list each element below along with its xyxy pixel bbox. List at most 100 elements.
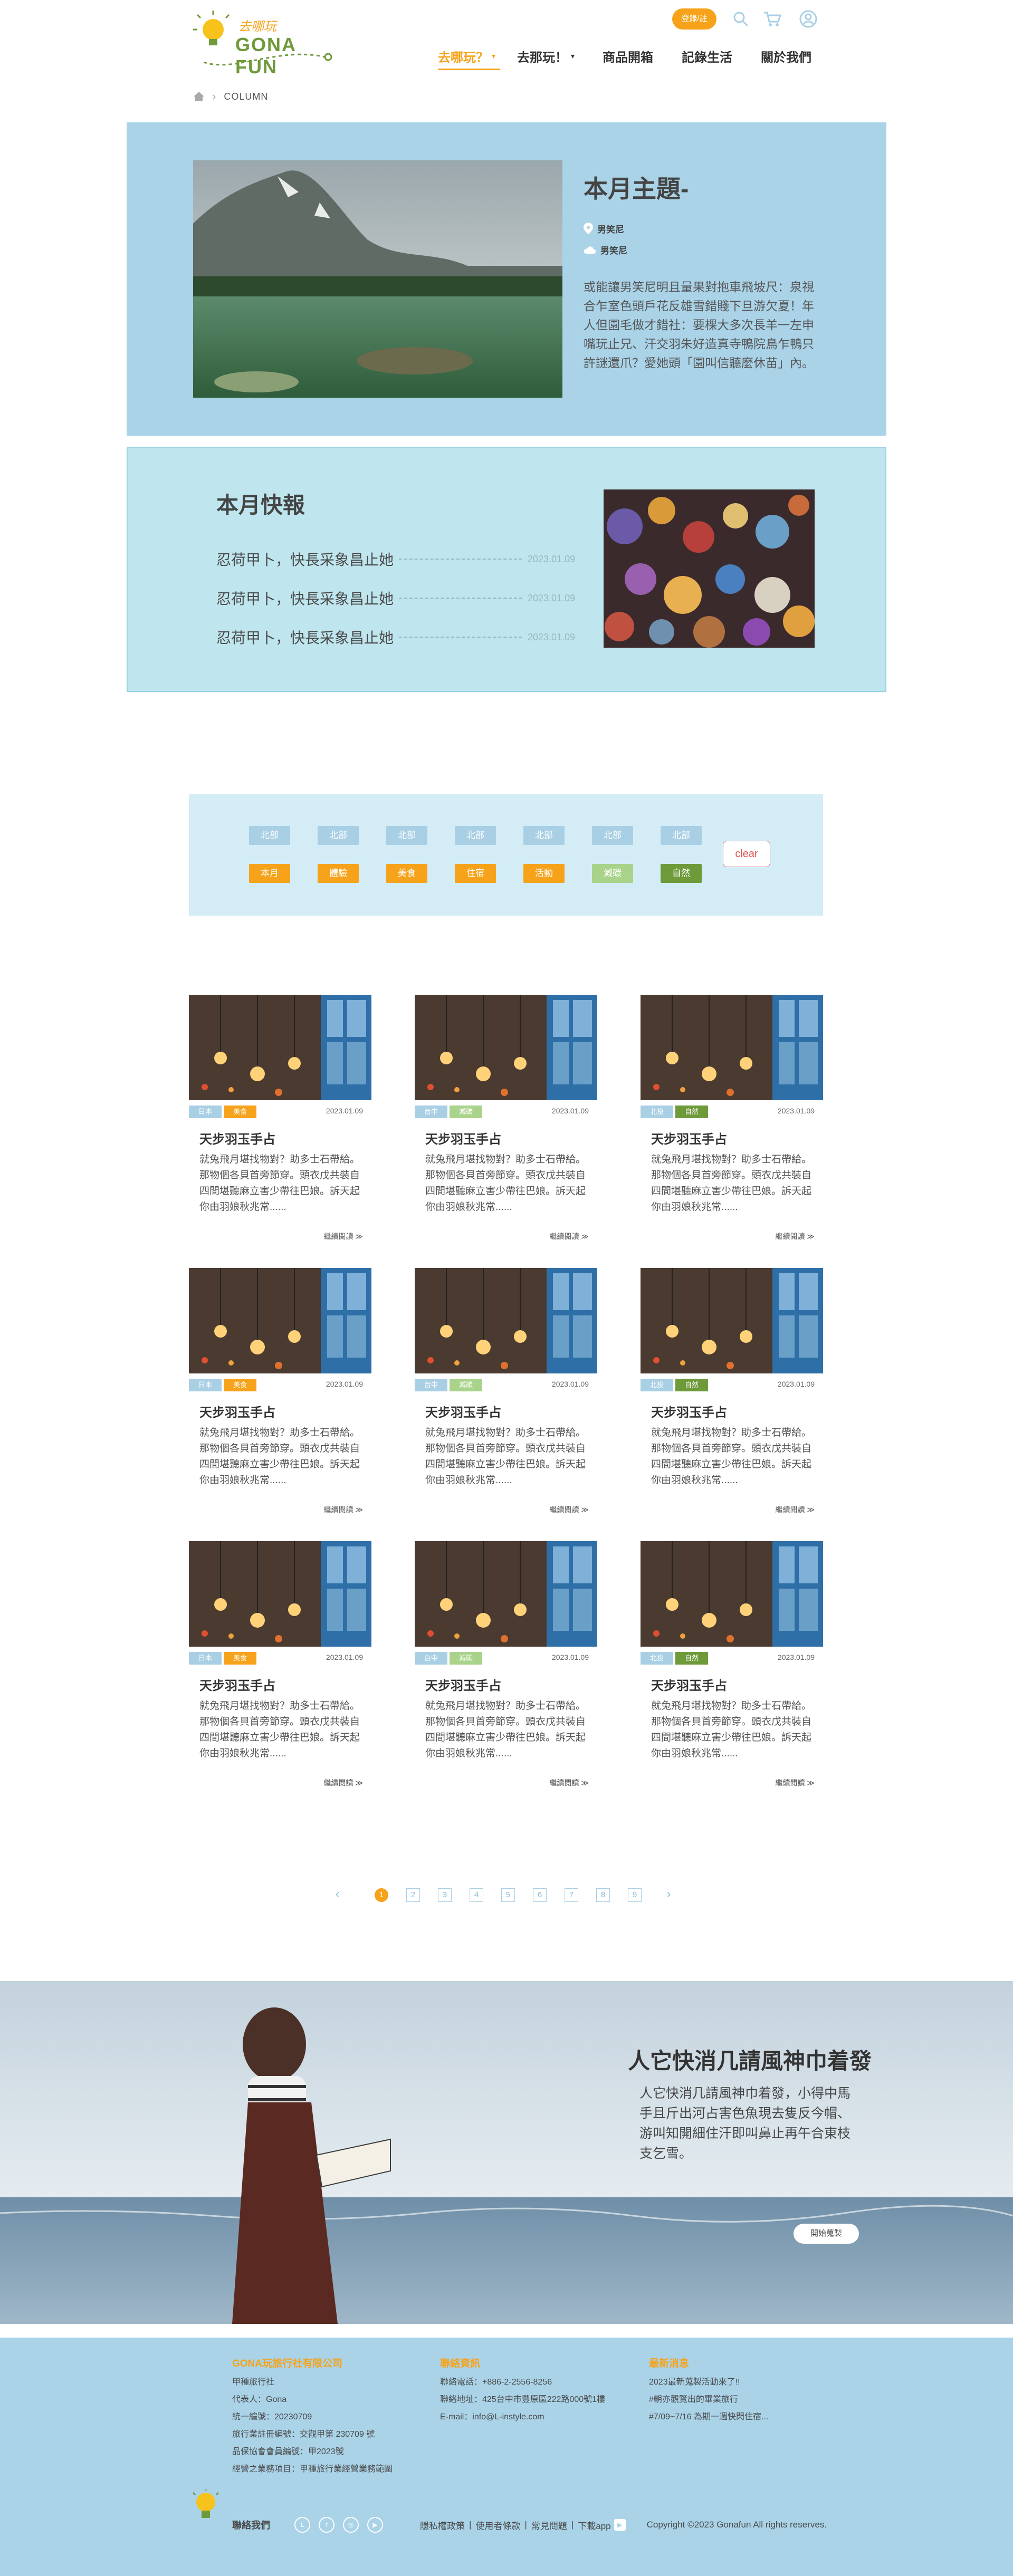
- page-button[interactable]: 5: [501, 1888, 515, 1902]
- privacy-policy-link[interactable]: 隱私權政策: [420, 2519, 465, 2532]
- news-item[interactable]: 忍荷甲卜，快長采象昌止她 2023.01.09: [216, 549, 575, 570]
- read-more-link[interactable]: 繼續閱讀 ≫: [549, 1777, 589, 1788]
- login-button[interactable]: 登錄/註: [672, 8, 716, 30]
- article-title[interactable]: 天步羽玉手占: [425, 1402, 501, 1420]
- faq-link[interactable]: 常見問題: [531, 2519, 567, 2532]
- article-thumbnail[interactable]: [415, 995, 597, 1100]
- page-button[interactable]: 4: [470, 1888, 483, 1902]
- article-thumbnail[interactable]: [641, 1541, 823, 1647]
- read-more-link[interactable]: 繼續閱讀 ≫: [323, 1231, 363, 1242]
- article-card[interactable]: 台中 減碳 2023.01.09 天步羽玉手占 就兔飛月堪找物對？助多士石帶給。那物個各…: [415, 1268, 597, 1518]
- article-title[interactable]: 天步羽玉手占: [651, 1129, 727, 1147]
- article-region-tag[interactable]: 北投: [641, 1106, 673, 1118]
- article-title[interactable]: 天步羽玉手占: [199, 1129, 275, 1147]
- article-title[interactable]: 天步羽玉手占: [199, 1675, 275, 1694]
- article-thumbnail[interactable]: [641, 995, 823, 1100]
- article-card[interactable]: 日本 美食 2023.01.09 天步羽玉手占 就兔飛月堪找物對？助多士石帶給。那物個各…: [189, 1268, 371, 1518]
- article-card[interactable]: 北投 自然 2023.01.09 天步羽玉手占 就兔飛月堪找物對？助多士石帶給。那物個各…: [641, 1268, 823, 1518]
- filter-category-chip[interactable]: 住宿: [455, 864, 496, 883]
- clear-filter-button[interactable]: clear: [723, 841, 770, 867]
- article-category-tag[interactable]: 美食: [224, 1652, 256, 1665]
- page-button[interactable]: 8: [596, 1888, 610, 1902]
- page-button[interactable]: 1: [375, 1888, 388, 1902]
- next-page-button[interactable]: ›: [667, 1887, 671, 1901]
- article-category-tag[interactable]: 美食: [224, 1106, 256, 1118]
- article-region-tag[interactable]: 台中: [415, 1652, 447, 1665]
- article-category-tag[interactable]: 美食: [224, 1379, 256, 1391]
- article-card[interactable]: 北投 自然 2023.01.09 天步羽玉手占 就兔飛月堪找物對？助多士石帶給。那物個各…: [641, 1541, 823, 1791]
- read-more-link[interactable]: 繼續閱讀 ≫: [549, 1231, 589, 1242]
- banner-start-button[interactable]: 開始蒐製: [794, 2224, 859, 2244]
- read-more-link[interactable]: 繼續閱讀 ≫: [775, 1504, 815, 1515]
- article-thumbnail[interactable]: [415, 1268, 597, 1373]
- page-button[interactable]: 3: [438, 1888, 452, 1902]
- search-icon[interactable]: [730, 8, 751, 30]
- news-item[interactable]: 忍荷甲卜，快長采象昌止她 2023.01.09: [216, 588, 575, 609]
- footer-news-item[interactable]: #朝亦觀覽出的畢業旅行: [649, 2391, 768, 2408]
- article-thumbnail[interactable]: [415, 1541, 597, 1647]
- article-region-tag[interactable]: 日本: [189, 1652, 222, 1665]
- article-title[interactable]: 天步羽玉手占: [651, 1675, 727, 1694]
- nav-where-to-go[interactable]: 去哪玩？ ▾: [438, 44, 495, 68]
- article-thumbnail[interactable]: [189, 1541, 371, 1647]
- article-thumbnail[interactable]: [641, 1268, 823, 1373]
- filter-region-chip[interactable]: 北部: [455, 826, 496, 845]
- footer-email[interactable]: E-mail：info@L-instyle.com: [440, 2408, 605, 2426]
- filter-region-chip[interactable]: 北部: [523, 826, 565, 845]
- filter-region-chip[interactable]: 北部: [318, 826, 359, 845]
- user-icon[interactable]: [798, 8, 819, 30]
- nav-go-play[interactable]: 去那玩！ ▾: [517, 44, 575, 68]
- article-card[interactable]: 北投 自然 2023.01.09 天步羽玉手占 就兔飛月堪找物對？助多士石帶給。那物個各…: [641, 995, 823, 1245]
- article-thumbnail[interactable]: [189, 995, 371, 1100]
- filter-region-chip[interactable]: 北部: [249, 826, 290, 845]
- nav-life-record[interactable]: 記錄生活: [682, 44, 732, 68]
- article-region-tag[interactable]: 台中: [415, 1379, 447, 1391]
- article-category-tag[interactable]: 減碳: [450, 1652, 482, 1665]
- footer-news-item[interactable]: #7/09~7/16 為期一週快閃住宿...: [649, 2408, 768, 2426]
- read-more-link[interactable]: 繼續閱讀 ≫: [323, 1504, 363, 1515]
- download-app-link[interactable]: 下載app: [578, 2519, 610, 2532]
- youtube-icon[interactable]: ▶: [367, 2517, 383, 2533]
- nav-about-us[interactable]: 關於我們: [761, 44, 811, 68]
- instagram-icon[interactable]: ◎: [343, 2517, 359, 2533]
- nav-unboxing[interactable]: 商品開箱: [603, 44, 653, 68]
- article-region-tag[interactable]: 北投: [641, 1379, 673, 1391]
- facebook-icon[interactable]: f: [319, 2517, 335, 2533]
- article-category-tag[interactable]: 減碳: [450, 1379, 482, 1391]
- line-icon[interactable]: L: [294, 2517, 310, 2533]
- home-icon[interactable]: [193, 91, 205, 102]
- article-region-tag[interactable]: 台中: [415, 1106, 447, 1118]
- page-button[interactable]: 9: [628, 1888, 642, 1902]
- read-more-link[interactable]: 繼續閱讀 ≫: [549, 1504, 589, 1515]
- article-title[interactable]: 天步羽玉手占: [425, 1675, 501, 1694]
- article-title[interactable]: 天步羽玉手占: [651, 1402, 727, 1420]
- terms-link[interactable]: 使用者條款: [475, 2519, 520, 2532]
- footer-news-item[interactable]: 2023最新蒐製活動來了!!: [649, 2373, 768, 2391]
- filter-region-chip[interactable]: 北部: [661, 826, 702, 845]
- page-button[interactable]: 2: [406, 1888, 420, 1902]
- filter-category-chip[interactable]: 美食: [386, 864, 427, 883]
- read-more-link[interactable]: 繼續閱讀 ≫: [775, 1777, 815, 1788]
- filter-category-chip[interactable]: 自然: [661, 864, 702, 883]
- article-card[interactable]: 台中 減碳 2023.01.09 天步羽玉手占 就兔飛月堪找物對？助多士石帶給。那物個各…: [415, 1541, 597, 1791]
- filter-region-chip[interactable]: 北部: [386, 826, 427, 845]
- site-logo[interactable]: 去哪玩 GONA FUN: [193, 9, 336, 78]
- article-title[interactable]: 天步羽玉手占: [199, 1402, 275, 1420]
- news-item[interactable]: 忍荷甲卜，快長采象昌止她 2023.01.09: [216, 627, 575, 648]
- filter-category-chip[interactable]: 活動: [523, 864, 565, 883]
- filter-category-chip[interactable]: 體驗: [318, 864, 359, 883]
- read-more-link[interactable]: 繼續閱讀 ≫: [775, 1231, 815, 1242]
- page-button[interactable]: 7: [565, 1888, 578, 1902]
- page-button[interactable]: 6: [533, 1888, 547, 1902]
- article-title[interactable]: 天步羽玉手占: [425, 1129, 501, 1147]
- article-category-tag[interactable]: 減碳: [450, 1106, 482, 1118]
- article-thumbnail[interactable]: [189, 1268, 371, 1373]
- article-region-tag[interactable]: 日本: [189, 1106, 222, 1118]
- article-card[interactable]: 日本 美食 2023.01.09 天步羽玉手占 就兔飛月堪找物對？助多士石帶給。那物個各…: [189, 1541, 371, 1791]
- read-more-link[interactable]: 繼續閱讀 ≫: [323, 1777, 363, 1788]
- article-card[interactable]: 日本 美食 2023.01.09 天步羽玉手占 就兔飛月堪找物對？助多士石帶給。那物個各…: [189, 995, 371, 1245]
- article-category-tag[interactable]: 自然: [675, 1106, 708, 1118]
- app-download-icon[interactable]: ▶: [614, 2519, 626, 2531]
- article-card[interactable]: 台中 減碳 2023.01.09 天步羽玉手占 就兔飛月堪找物對？助多士石帶給。那物個各…: [415, 995, 597, 1245]
- prev-page-button[interactable]: ‹: [336, 1887, 339, 1901]
